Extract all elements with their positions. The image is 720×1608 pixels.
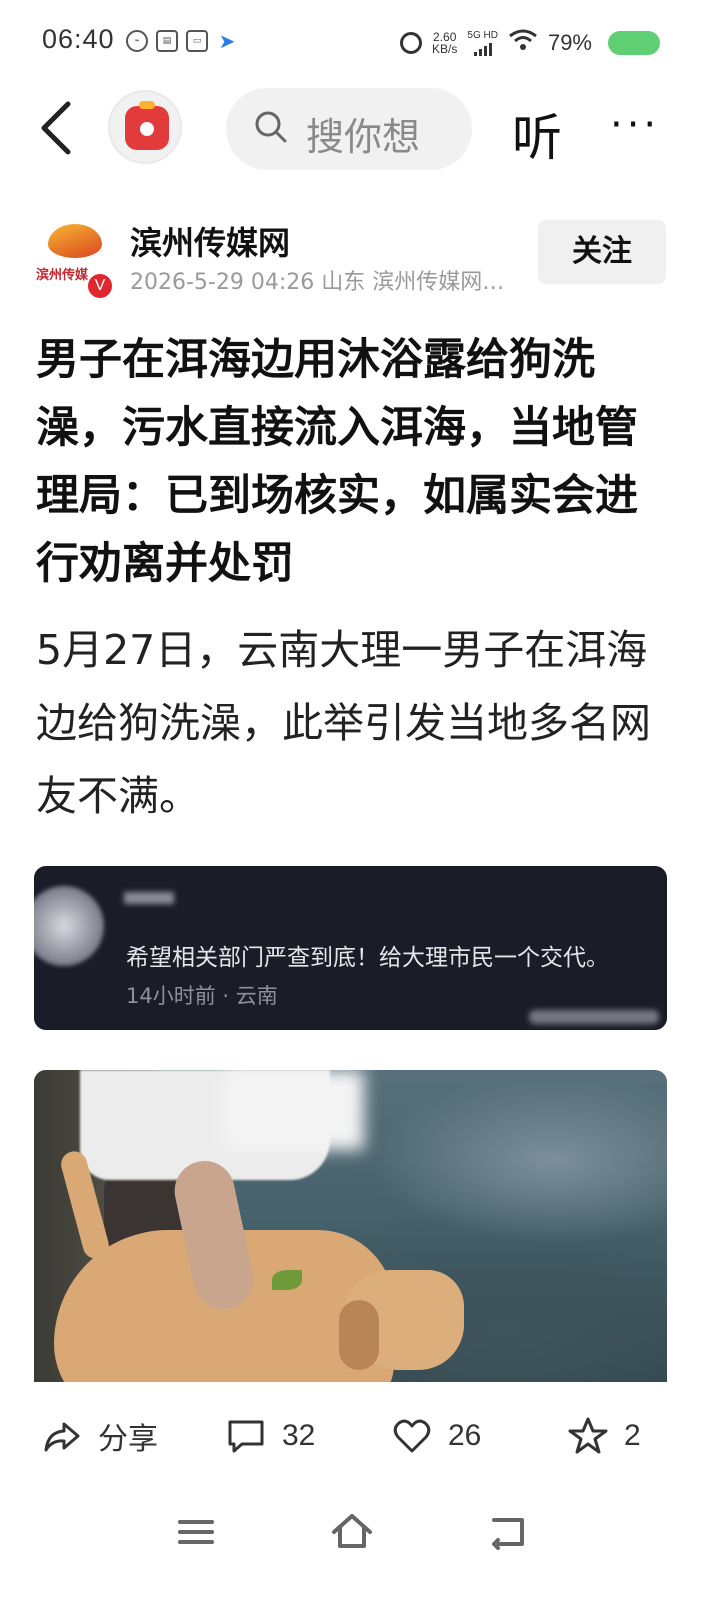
red-packet-button[interactable] [108,90,182,164]
photo-leaf [272,1270,302,1290]
system-nav-bar [0,1488,720,1608]
home-button[interactable] [330,1510,374,1554]
comment-button[interactable]: 32 [226,1414,315,1458]
search-icon [255,111,287,143]
author-meta: 2026-5-29 04:26 山东 滨州传媒网官方账号 [130,270,526,295]
watermark [529,1010,659,1024]
status-bar: 06:40 ⌁ ▤ ▭ ➤ 2.60 KB/s 5G HD 79% [0,0,720,88]
notification-icons: ⌁ ▤ ▭ ➤ [126,30,238,52]
alarm-icon [400,32,423,54]
screenshot-comment-time: 14小时前 · 云南 [126,984,278,1008]
news-icon: ▤ [156,30,178,52]
search-box[interactable]: 搜你想 [226,88,472,170]
media-logo-icon [48,224,102,258]
menu-icon [178,1520,214,1544]
verified-badge: V [86,272,114,300]
listen-button[interactable]: 听 [512,98,562,170]
like-button[interactable]: 26 [392,1414,481,1458]
system-back-button[interactable] [486,1510,530,1554]
comment-icon [228,1420,264,1453]
blurred-username [124,892,174,904]
recent-apps-button[interactable] [174,1510,218,1554]
author-logo-text: 滨州传媒 [36,268,89,283]
author-name[interactable]: 滨州传媒网 [130,218,290,264]
wifi-icon [508,28,538,58]
back-arrow-icon [492,1518,524,1550]
network-type: 5G HD [467,29,498,41]
share-icon [44,1422,80,1452]
top-nav: 搜你想 听 ··· [0,88,720,172]
net-speed-unit: KB/s [432,42,458,56]
author-row: 滨州传媒 V 滨州传媒网 2026-5-29 04:26 山东 滨州传媒网官方账… [0,214,720,300]
dog-washing-photo[interactable] [34,1070,667,1382]
follow-button[interactable]: 关注 [538,220,666,284]
favorite-count: 2 [624,1419,641,1452]
search-placeholder: 搜你想 [306,115,421,159]
signal-icon: 5G HD [467,29,498,56]
comment-count: 32 [282,1419,316,1452]
comment-screenshot-image[interactable]: 希望相关部门严查到底！给大理市民一个交代。 14小时前 · 云南 [34,866,667,1030]
back-button[interactable] [36,98,76,158]
action-bar: 分享 32 26 2 [0,1384,720,1488]
chevron-left-icon [41,101,71,155]
net-speed: 2.60 KB/s [432,31,457,55]
like-count: 26 [448,1419,482,1452]
battery-icon [608,31,660,55]
photo-dog-ear [339,1300,379,1370]
more-button[interactable]: ··· [610,105,660,145]
red-packet-icon [125,101,169,150]
telegram-icon: ➤ [218,29,236,53]
author-avatar[interactable]: 滨州传媒 V [36,220,114,300]
bus-icon: ▭ [186,30,208,52]
blurred-avatar [34,886,104,966]
heart-icon [393,1419,431,1453]
article-body: 5月27日，云南大理一男子在洱海边给狗洗澡，此举引发当地多名网友不满。 [36,626,651,820]
favorite-button[interactable]: 2 [568,1414,641,1458]
share-label: 分享 [98,1422,158,1457]
star-icon [568,1417,608,1454]
home-icon [332,1514,372,1548]
link-icon: ⌁ [126,30,148,52]
battery-percent: 79% [547,30,592,55]
screenshot-comment-text: 希望相关部门严查到底！给大理市民一个交代。 [126,945,609,971]
article-title: 男子在洱海边用沐浴露给狗洗澡，污水直接流入洱海，当地管理局：已到场核实，如属实会… [36,335,638,589]
status-time: 06:40 [42,24,115,54]
photo-blur-patch [224,1070,364,1150]
share-button[interactable]: 分享 [42,1414,158,1458]
